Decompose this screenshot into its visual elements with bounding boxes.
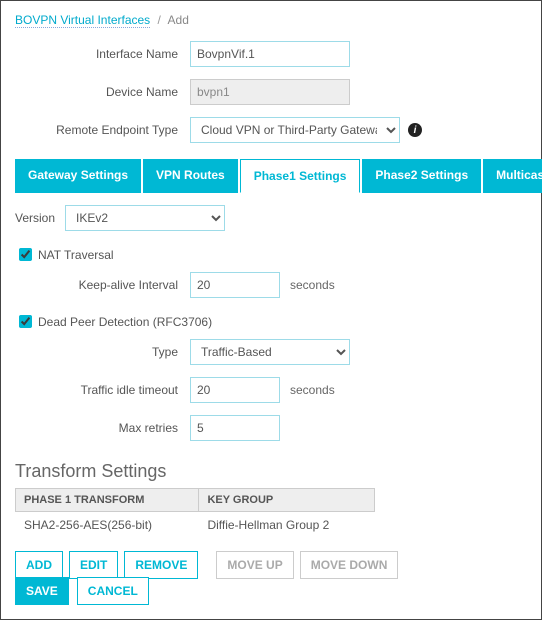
movedown-button: MOVE DOWN — [300, 551, 399, 579]
max-retries-input[interactable] — [190, 415, 280, 441]
cell-keygroup: Diffie-Hellman Group 2 — [199, 512, 375, 539]
tab-phase2-settings[interactable]: Phase2 Settings — [362, 159, 481, 193]
idle-timeout-unit: seconds — [290, 383, 335, 397]
nat-traversal-label: NAT Traversal — [38, 248, 114, 262]
th-keygroup: KEY GROUP — [199, 489, 375, 512]
keepalive-label: Keep-alive Interval — [15, 278, 190, 292]
device-name-input — [190, 79, 350, 105]
transform-table: PHASE 1 TRANSFORM KEY GROUP SHA2-256-AES… — [15, 488, 375, 539]
tab-vpn-routes[interactable]: VPN Routes — [143, 159, 238, 193]
th-transform: PHASE 1 TRANSFORM — [16, 489, 199, 512]
idle-timeout-input[interactable] — [190, 377, 280, 403]
save-button[interactable]: SAVE — [15, 577, 69, 605]
idle-timeout-label: Traffic idle timeout — [15, 383, 190, 397]
interface-name-input[interactable] — [190, 41, 350, 67]
edit-button[interactable]: EDIT — [69, 551, 118, 579]
keepalive-input[interactable] — [190, 272, 280, 298]
cell-transform: SHA2-256-AES(256-bit) — [16, 512, 199, 539]
dpd-label: Dead Peer Detection (RFC3706) — [38, 315, 212, 329]
keepalive-unit: seconds — [290, 278, 335, 292]
transform-heading: Transform Settings — [15, 461, 527, 482]
device-name-label: Device Name — [15, 85, 190, 99]
dpd-type-select[interactable]: Traffic-Based — [190, 339, 350, 365]
table-row[interactable]: SHA2-256-AES(256-bit) Diffie-Hellman Gro… — [16, 512, 375, 539]
breadcrumb-parent[interactable]: BOVPN Virtual Interfaces — [15, 13, 150, 28]
dpd-type-label: Type — [15, 345, 190, 359]
tab-phase1-settings[interactable]: Phase1 Settings — [240, 159, 361, 193]
nat-traversal-checkbox[interactable] — [19, 248, 32, 261]
tab-gateway-settings[interactable]: Gateway Settings — [15, 159, 141, 193]
remove-button[interactable]: REMOVE — [124, 551, 198, 579]
breadcrumb: BOVPN Virtual Interfaces / Add — [15, 13, 527, 27]
add-button[interactable]: ADD — [15, 551, 63, 579]
remote-endpoint-select[interactable]: Cloud VPN or Third-Party Gateway — [190, 117, 400, 143]
version-select[interactable]: IKEv2 — [65, 205, 225, 231]
breadcrumb-current: Add — [168, 13, 189, 27]
remote-endpoint-label: Remote Endpoint Type — [15, 123, 190, 137]
interface-name-label: Interface Name — [15, 47, 190, 61]
breadcrumb-sep: / — [158, 13, 161, 27]
moveup-button: MOVE UP — [216, 551, 293, 579]
cancel-button[interactable]: CANCEL — [77, 577, 149, 605]
tab-multicast-settings[interactable]: Multicast Settings — [483, 159, 542, 193]
dpd-checkbox[interactable] — [19, 315, 32, 328]
tab-bar: Gateway Settings VPN Routes Phase1 Setti… — [15, 159, 527, 193]
info-icon[interactable]: i — [408, 123, 422, 137]
max-retries-label: Max retries — [15, 421, 190, 435]
version-label: Version — [15, 211, 55, 225]
